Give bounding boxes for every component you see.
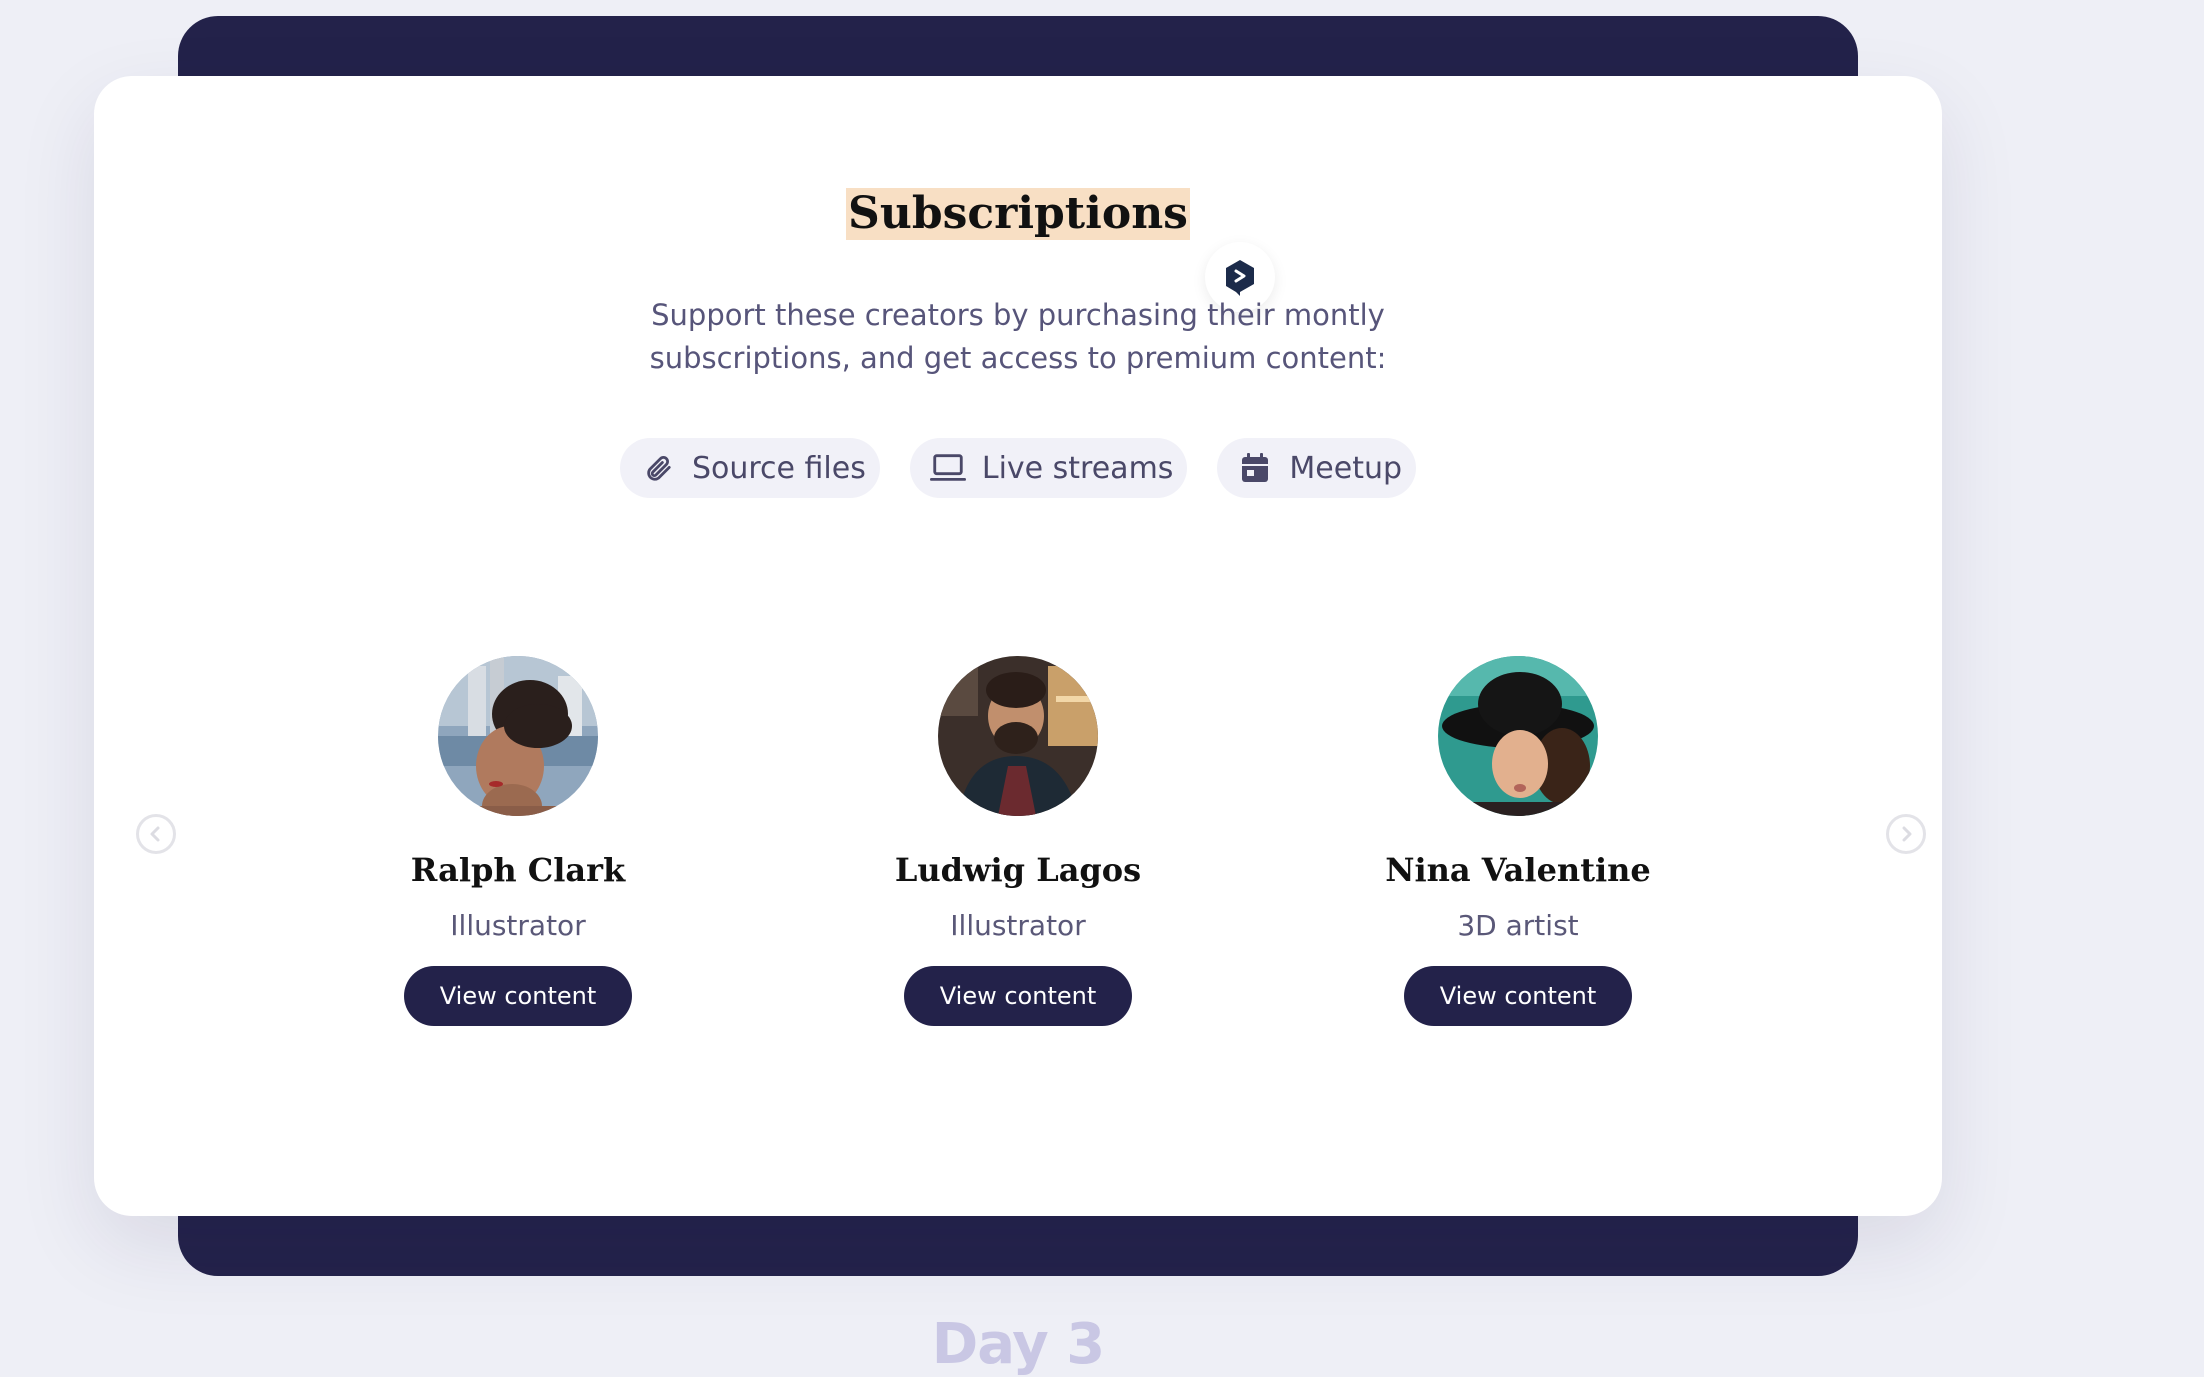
chip-live-streams[interactable]: Live streams <box>909 438 1188 498</box>
page-subtitle: Support these creators by purchasing the… <box>94 294 1942 380</box>
creator-role: 3D artist <box>1457 909 1579 942</box>
creator-role: Illustrator <box>950 909 1086 942</box>
carousel-prev-button[interactable] <box>136 814 176 854</box>
avatar <box>438 656 598 816</box>
subscriptions-card: Subscriptions Support these creators by … <box>94 76 1942 1216</box>
chevron-right-icon <box>1902 826 1912 842</box>
creator-card-ralph-clark: Ralph Clark Illustrator View content <box>318 656 718 1026</box>
view-content-button[interactable]: View content <box>1403 966 1633 1026</box>
subtitle-line-2: subscriptions, and get access to premium… <box>649 341 1387 375</box>
creator-name: Nina Valentine <box>1385 851 1651 889</box>
chip-source-files[interactable]: Source files <box>619 438 880 498</box>
monitor-icon <box>929 450 966 486</box>
subtitle-line-1: Support these creators by purchasing the… <box>651 298 1385 332</box>
creator-card-nina-valentine: Nina Valentine 3D artist View content <box>1318 656 1718 1026</box>
chevron-left-icon <box>150 826 160 842</box>
chip-label: Source files <box>691 450 866 486</box>
view-content-button[interactable]: View content <box>903 966 1133 1026</box>
chip-label: Live streams <box>981 450 1174 486</box>
title-wrap: Subscriptions <box>94 188 1942 240</box>
avatar <box>1438 656 1598 816</box>
view-content-button[interactable]: View content <box>403 966 633 1026</box>
creator-card-ludwig-lagos: Ludwig Lagos Illustrator View content <box>818 656 1218 1026</box>
extension-logo-icon <box>1226 260 1254 296</box>
chip-label: Meetup <box>1289 450 1403 486</box>
creator-name: Ludwig Lagos <box>894 851 1142 889</box>
calendar-icon <box>1237 450 1273 486</box>
paperclip-icon <box>640 450 676 486</box>
avatar <box>938 656 1098 816</box>
page-title: Subscriptions <box>846 188 1190 240</box>
feature-chips: Source files Live streams Meetup <box>94 438 1942 498</box>
chip-meetup[interactable]: Meetup <box>1217 438 1417 498</box>
creator-role: Illustrator <box>450 909 586 942</box>
next-section-heading: Day 3 <box>931 1312 1106 1377</box>
creator-name: Ralph Clark <box>410 851 626 889</box>
carousel-next-button[interactable] <box>1886 814 1926 854</box>
